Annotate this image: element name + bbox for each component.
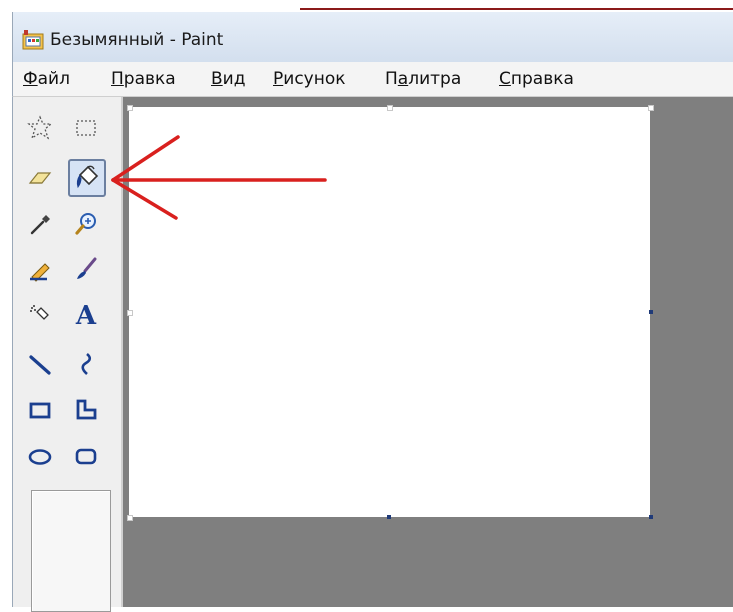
free-form-select-icon[interactable] — [23, 111, 57, 145]
canvas-handle-right[interactable] — [649, 310, 653, 314]
window-title: Безымянный - Paint — [50, 30, 224, 50]
menu-view-label: ид — [222, 69, 246, 89]
canvas-handle-bottom-right[interactable] — [649, 515, 653, 519]
menu-palette-accel: а — [397, 69, 409, 89]
menu-edit-label: равка — [123, 69, 176, 89]
canvas-handle-left — [127, 310, 133, 316]
menu-edit-accel: П — [111, 69, 124, 89]
canvas-handle-bottom-left — [127, 515, 133, 521]
menu-file-label: айл — [37, 69, 70, 89]
menu-palette-pre: П — [385, 69, 398, 89]
menu-help-accel: С — [499, 69, 511, 89]
canvas-handle-top — [387, 105, 393, 111]
canvas-handle-top-right — [648, 105, 654, 111]
brush-icon[interactable] — [69, 252, 103, 286]
top-strip — [0, 0, 733, 12]
menu-view[interactable]: Вид — [211, 69, 245, 89]
curve-icon[interactable] — [69, 347, 103, 381]
menu-image-accel: Р — [273, 69, 284, 89]
airbrush-icon[interactable] — [23, 299, 57, 333]
menu-file-accel: Ф — [23, 69, 38, 89]
canvas-handle-top-left — [127, 105, 133, 111]
magnifier-icon[interactable] — [69, 207, 103, 241]
menu-file[interactable]: Файл — [23, 69, 70, 89]
rounded-rectangle-icon[interactable] — [69, 439, 103, 473]
title-bar[interactable]: Безымянный - Paint — [12, 12, 733, 62]
menu-bar: Файл Правка Вид Рисунок Палитра Справка — [12, 62, 733, 97]
eraser-icon[interactable] — [23, 160, 57, 194]
menu-view-accel: В — [211, 69, 223, 89]
tool-options-box[interactable] — [31, 490, 111, 612]
menu-image-label: исунок — [283, 69, 346, 89]
ellipse-icon[interactable] — [23, 439, 57, 473]
menu-palette[interactable]: Палитра — [385, 69, 461, 89]
text-tool-icon[interactable]: A — [69, 299, 103, 333]
polygon-icon[interactable] — [69, 393, 103, 427]
menu-help[interactable]: Справка — [499, 69, 574, 89]
pencil-icon[interactable] — [23, 252, 57, 286]
text-tool-glyph: A — [75, 301, 97, 331]
menu-image[interactable]: Рисунок — [273, 69, 346, 89]
canvas-handle-bottom[interactable] — [387, 515, 391, 519]
drawing-canvas[interactable] — [129, 107, 650, 517]
color-picker-icon[interactable] — [23, 207, 57, 241]
top-red-line — [300, 8, 733, 10]
work-area: A — [12, 97, 733, 612]
toolbox: A — [13, 97, 123, 612]
line-icon[interactable] — [23, 347, 57, 381]
fill-bucket-icon[interactable] — [68, 159, 106, 197]
canvas-workspace[interactable] — [123, 97, 733, 607]
rectangle-select-icon[interactable] — [69, 111, 103, 145]
paint-app-icon[interactable] — [22, 30, 44, 50]
menu-edit[interactable]: Правка — [111, 69, 176, 89]
rectangle-icon[interactable] — [23, 393, 57, 427]
menu-help-label: правка — [510, 69, 574, 89]
menu-palette-label: литра — [408, 69, 462, 89]
